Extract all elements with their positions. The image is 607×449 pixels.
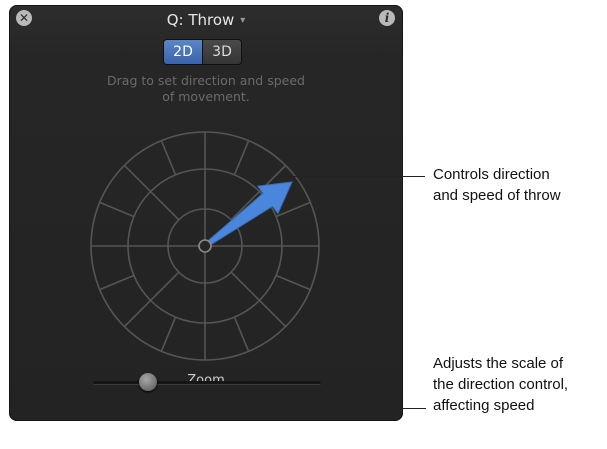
direction-callout-line <box>280 176 425 177</box>
instructions-text: Drag to set direction and speed of movem… <box>9 73 403 105</box>
zoom-slider-track[interactable] <box>93 381 321 385</box>
instructions-line-1: Drag to set direction and speed <box>107 73 305 88</box>
direction-callout: Controls direction and speed of throw <box>433 164 561 206</box>
wheel-spoke <box>160 316 177 352</box>
zoom-callout: Adjusts the scale of the direction contr… <box>433 353 568 416</box>
wheel-spoke <box>233 316 250 352</box>
chevron-down-icon: ▾ <box>240 15 246 26</box>
mode-3d-button[interactable]: 3D <box>202 40 241 64</box>
throw-hud: ✕ Q: Throw ▾ i 2D 3D Drag to set directio… <box>9 5 403 421</box>
wheel-spoke <box>275 274 311 291</box>
mode-2d-button[interactable]: 2D <box>164 40 202 64</box>
direction-callout-line-2: and speed of throw <box>433 187 561 204</box>
wheel-spoke <box>230 271 287 328</box>
hud-title[interactable]: Q: Throw ▾ <box>9 11 403 29</box>
info-icon[interactable]: i <box>379 10 395 26</box>
wheel-spoke <box>123 271 180 328</box>
wheel-spoke <box>123 164 180 221</box>
instructions-line-2: of movement. <box>162 89 250 104</box>
direction-callout-line-1: Controls direction <box>433 166 550 183</box>
zoom-callout-line-3: affecting speed <box>433 397 535 414</box>
hud-title-label: Q: Throw <box>166 11 235 29</box>
wheel-spoke <box>99 274 135 291</box>
mode-segmented-control: 2D 3D <box>163 39 242 65</box>
direction-wheel[interactable] <box>89 130 321 362</box>
wheel-center-handle[interactable] <box>198 239 212 253</box>
zoom-callout-line <box>322 408 426 409</box>
wheel-spoke <box>99 201 135 218</box>
zoom-callout-line-1: Adjusts the scale of <box>433 355 564 372</box>
zoom-callout-line-2: the direction control, <box>433 376 569 393</box>
wheel-spoke <box>160 140 177 176</box>
zoom-slider-thumb[interactable] <box>138 373 157 391</box>
wheel-spoke <box>233 140 250 176</box>
